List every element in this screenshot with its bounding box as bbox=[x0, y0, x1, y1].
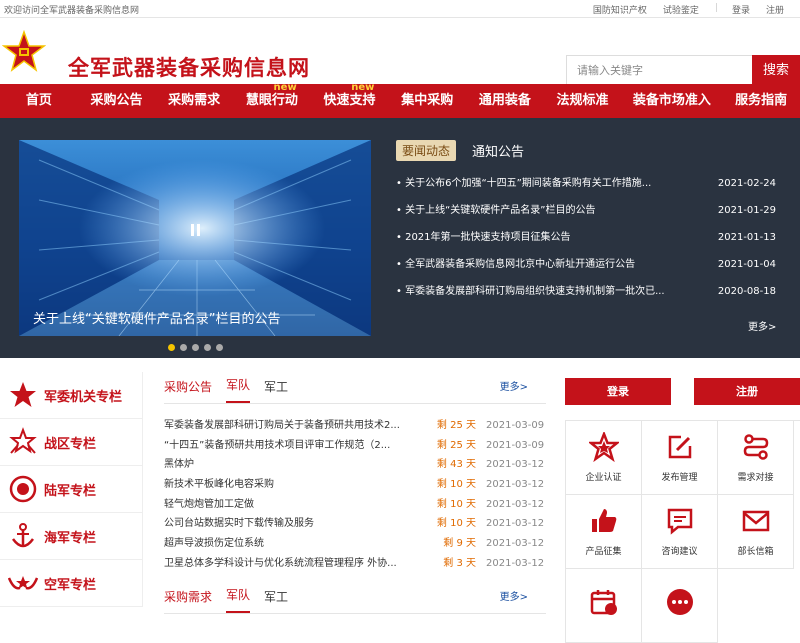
carousel-dot[interactable] bbox=[180, 344, 187, 351]
service-publish-manage[interactable]: 发布管理 bbox=[642, 421, 718, 495]
news-more-link[interactable]: 更多> bbox=[748, 318, 776, 333]
tab-defense-industry[interactable]: 军工 bbox=[264, 588, 288, 613]
sidebar-item-cmc[interactable]: 军委机关专栏 bbox=[0, 372, 143, 419]
link-icon bbox=[743, 434, 768, 460]
calendar-icon bbox=[590, 589, 617, 615]
carousel-dot[interactable] bbox=[168, 344, 175, 351]
table-row[interactable]: 轻气炮炮管加工定做剩 10 天 2021-03-12 bbox=[164, 495, 546, 515]
nav-home[interactable]: 首页 bbox=[0, 84, 78, 118]
procurement-list: 军委装备发展部科研订购局关于装备预研共用技术2... 剩 25 天 2021-03-… bbox=[164, 416, 546, 574]
login-button[interactable]: 登录 bbox=[565, 378, 671, 405]
army-star-logo-icon[interactable] bbox=[2, 30, 46, 74]
top-links: 国防知识产权 试验鉴定 | 登录 注册 bbox=[593, 3, 800, 16]
tab-procurement-demand[interactable]: 采购需求 bbox=[164, 588, 212, 613]
main-nav: 首页 采购公告 采购需求 慧眼行动 new 快速支持 new 集中采购 通用装备 法… bbox=[0, 82, 800, 118]
list-item[interactable]: • 2021年第一批快速支持项目征集公告 2021-01-13 bbox=[396, 230, 776, 257]
new-badge: new bbox=[273, 82, 297, 93]
more-icon bbox=[666, 588, 693, 615]
tab-defense-industry[interactable]: 军工 bbox=[264, 378, 288, 403]
nav-general-equipment[interactable]: 通用装备 bbox=[466, 84, 544, 118]
site-title: 全军武器装备采购信息网 bbox=[68, 56, 310, 80]
carousel-dot[interactable] bbox=[192, 344, 199, 351]
chat-icon bbox=[667, 508, 692, 535]
service-more[interactable] bbox=[642, 569, 718, 643]
news-list: • 关于公布6个加强“十四五”期间装备采购有关工作措施... 2021-02-24… bbox=[396, 176, 776, 311]
badge-star-icon bbox=[588, 432, 619, 462]
service-calendar[interactable] bbox=[566, 569, 642, 643]
banner-caption[interactable]: 关于上线“关键软硬件产品名录”栏目的公告 bbox=[33, 308, 280, 327]
column-sidebar: 军委机关专栏 战区专栏 陆军专栏 海军专栏 空军专栏 bbox=[0, 372, 143, 607]
nav-procurement-notice[interactable]: 采购公告 bbox=[78, 84, 156, 118]
divider: | bbox=[714, 3, 718, 13]
procurement-section: 采购公告 军队 军工 更多> 军委装备发展部科研订购局关于装备预研共用技术2..… bbox=[164, 372, 546, 614]
test-eval-link[interactable]: 试验鉴定 bbox=[663, 3, 699, 16]
list-item[interactable]: • 关于公布6个加强“十四五”期间装备采购有关工作措施... 2021-02-24 bbox=[396, 176, 776, 203]
sidebar-item-navy[interactable]: 海军专栏 bbox=[0, 513, 143, 560]
table-row[interactable]: 超声导波损伤定位系统剩 9 天 2021-03-12 bbox=[164, 534, 546, 554]
service-consult[interactable]: 咨询建议 bbox=[642, 495, 718, 569]
search-button[interactable]: 搜索 bbox=[752, 55, 800, 87]
tab-military[interactable]: 军队 bbox=[226, 586, 251, 613]
server-room-image bbox=[19, 140, 371, 336]
nav-service-guide[interactable]: 服务指南 bbox=[722, 84, 800, 118]
list-item[interactable]: • 关于上线“关键软硬件产品名录”栏目的公告 2021-01-29 bbox=[396, 203, 776, 230]
news-tabs: 要闻动态 通知公告 bbox=[396, 140, 524, 161]
sidebar-item-theater[interactable]: 战区专栏 bbox=[0, 419, 143, 466]
service-minister-mailbox[interactable]: 部长信箱 bbox=[718, 495, 794, 569]
table-row[interactable]: 卫星总体多学科设计与优化系统流程管理程序 外协... 剩 3 天 2021-03-1… bbox=[164, 554, 546, 574]
table-row[interactable]: 新技术平板峰化电容采购剩 10 天 2021-03-12 bbox=[164, 475, 546, 495]
tab-military[interactable]: 军队 bbox=[226, 376, 251, 403]
table-row[interactable]: 军委装备发展部科研订购局关于装备预研共用技术2... 剩 25 天 2021-03-… bbox=[164, 416, 546, 436]
demand-more-link[interactable]: 更多> bbox=[500, 588, 528, 603]
mail-icon bbox=[742, 510, 769, 532]
nav-procurement-demand[interactable]: 采购需求 bbox=[155, 84, 233, 118]
table-row[interactable]: “十四五”装备预研共用技术项目评审工作规范（2... 剩 25 天 2021-03-… bbox=[164, 436, 546, 456]
sidebar-item-airforce[interactable]: 空军专栏 bbox=[0, 560, 143, 607]
nav-quick-support[interactable]: 快速支持 new bbox=[311, 82, 389, 118]
ip-link[interactable]: 国防知识产权 bbox=[593, 3, 647, 16]
tab-procurement-notice[interactable]: 采购公告 bbox=[164, 378, 212, 403]
new-badge: new bbox=[351, 82, 375, 93]
sidebar-item-army[interactable]: 陆军专栏 bbox=[0, 466, 143, 513]
user-panel: 登录 注册 企业认证 发布管理 需求对接 产品征集 咨询建议 部长信箱 bbox=[565, 378, 800, 643]
star-icon bbox=[10, 382, 36, 407]
procurement-tabs: 采购公告 军队 军工 更多> bbox=[164, 372, 546, 404]
tab-notices[interactable]: 通知公告 bbox=[472, 141, 524, 160]
service-demand-match[interactable]: 需求对接 bbox=[718, 421, 794, 495]
register-button[interactable]: 注册 bbox=[694, 378, 800, 405]
nav-central-procurement[interactable]: 集中采购 bbox=[388, 84, 466, 118]
army-emblem-icon bbox=[9, 475, 37, 503]
anchor-icon bbox=[11, 523, 35, 548]
top-register-link[interactable]: 注册 bbox=[766, 3, 784, 16]
wings-icon bbox=[8, 576, 38, 590]
theater-emblem-icon bbox=[9, 427, 37, 454]
welcome-text: 欢迎访问全军武器装备采购信息网 bbox=[4, 6, 140, 16]
nav-regulations[interactable]: 法规标准 bbox=[544, 84, 622, 118]
search-input[interactable]: 请输入关键字 bbox=[566, 55, 752, 87]
header: 全军武器装备采购信息网 请输入关键字 搜索 bbox=[0, 18, 800, 87]
list-item[interactable]: • 军委装备发展部科研订购局组织快速支持机制第一批次已... 2020-08-18 bbox=[396, 284, 776, 311]
thumbs-up-icon bbox=[591, 509, 616, 532]
list-item[interactable]: • 全军武器装备采购信息网北京中心新址开通运行公告 2021-01-04 bbox=[396, 257, 776, 284]
service-enterprise-cert[interactable]: 企业认证 bbox=[566, 421, 642, 495]
banner-carousel[interactable]: 关于上线“关键软硬件产品名录”栏目的公告 bbox=[19, 140, 371, 336]
tab-key-news[interactable]: 要闻动态 bbox=[396, 140, 457, 161]
procurement-more-link[interactable]: 更多> bbox=[500, 378, 528, 393]
table-row[interactable]: 公司台站数据实时下载传输及服务剩 10 天 2021-03-12 bbox=[164, 514, 546, 534]
demand-tabs: 采购需求 军队 军工 更多> bbox=[164, 582, 546, 614]
carousel-dots bbox=[168, 344, 228, 351]
top-login-link[interactable]: 登录 bbox=[732, 3, 750, 16]
edit-icon bbox=[668, 435, 691, 459]
top-bar: 欢迎访问全军武器装备采购信息网 国防知识产权 试验鉴定 | 登录 注册 bbox=[0, 0, 800, 18]
carousel-dot[interactable] bbox=[204, 344, 211, 351]
nav-huiyan[interactable]: 慧眼行动 new bbox=[233, 82, 311, 118]
table-row[interactable]: 黑体炉剩 43 天 2021-03-12 bbox=[164, 455, 546, 475]
service-product-collect[interactable]: 产品征集 bbox=[566, 495, 642, 569]
service-grid: 企业认证 发布管理 需求对接 产品征集 咨询建议 部长信箱 bbox=[565, 420, 800, 643]
carousel-dot[interactable] bbox=[216, 344, 223, 351]
nav-market-access[interactable]: 装备市场准入 bbox=[621, 84, 722, 118]
